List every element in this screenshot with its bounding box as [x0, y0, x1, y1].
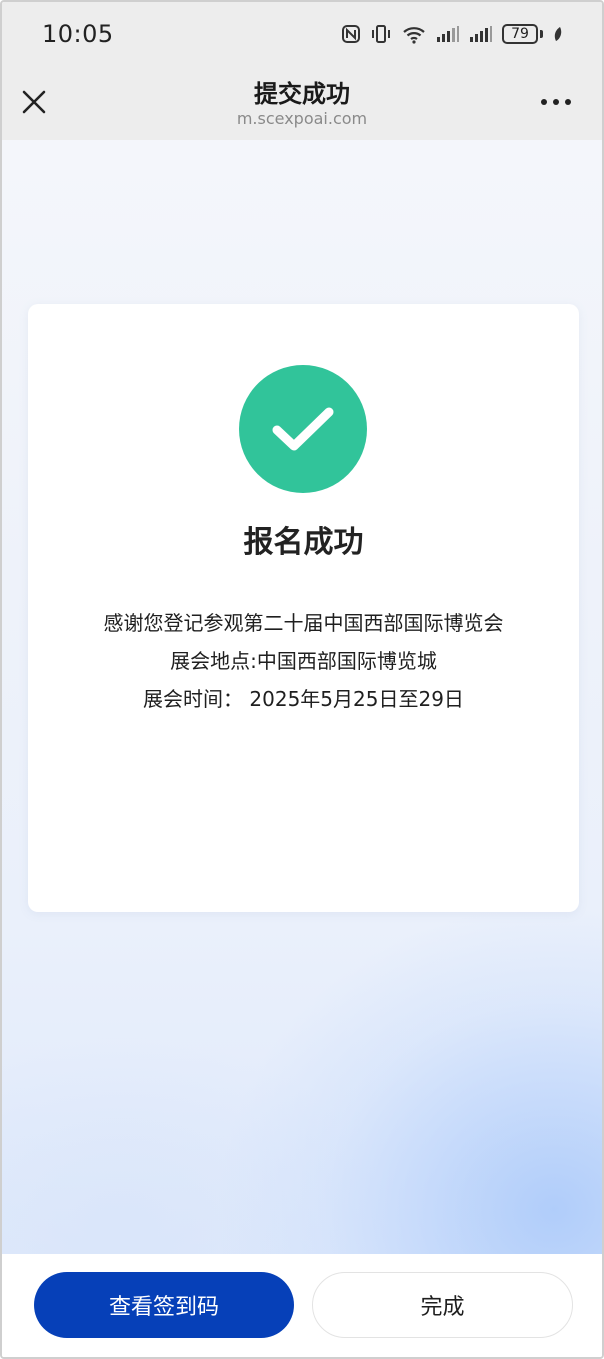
success-card: 报名成功 感谢您登记参观第二十届中国西部国际博览会 展会地点:中国西部国际博览城…: [28, 304, 579, 912]
leaf-icon: [552, 25, 564, 43]
battery-tip: [540, 30, 543, 38]
status-bar: 10:05 79: [2, 2, 602, 66]
checkmark-icon: [272, 407, 334, 451]
signal-icon: [469, 25, 493, 43]
venue-text: 展会地点:中国西部国际博览城: [170, 649, 437, 673]
battery-level: 79: [502, 24, 538, 44]
done-button[interactable]: 完成: [312, 1272, 573, 1338]
date-text: 展会时间： 2025年5月25日至29日: [143, 687, 464, 711]
status-time: 10:05: [42, 20, 114, 48]
more-icon: [541, 99, 571, 105]
page-url: m.scexpoai.com: [236, 109, 368, 128]
wifi-icon: [401, 23, 427, 45]
nfc-icon: [341, 24, 361, 44]
signal-icon: [436, 25, 460, 43]
page-title: 提交成功: [254, 80, 350, 108]
vibrate-icon: [370, 24, 392, 44]
view-checkin-code-button[interactable]: 查看签到码: [34, 1272, 294, 1338]
nav-bar: 提交成功 m.scexpoai.com: [2, 66, 602, 140]
success-badge: [239, 365, 367, 493]
status-icons: 79: [341, 23, 564, 45]
more-button[interactable]: [538, 88, 574, 116]
success-title: 报名成功: [243, 525, 364, 560]
thanks-text: 感谢您登记参观第二十届中国西部国际博览会: [103, 611, 504, 635]
content-area: 报名成功 感谢您登记参观第二十届中国西部国际博览会 展会地点:中国西部国际博览城…: [2, 140, 602, 1254]
battery-icon: 79: [502, 24, 543, 44]
action-bar: 查看签到码 完成: [2, 1254, 602, 1357]
screen: 10:05 79 提交成功 m.scexpoai.com 报名成功 感谢您登记参…: [0, 0, 604, 1359]
